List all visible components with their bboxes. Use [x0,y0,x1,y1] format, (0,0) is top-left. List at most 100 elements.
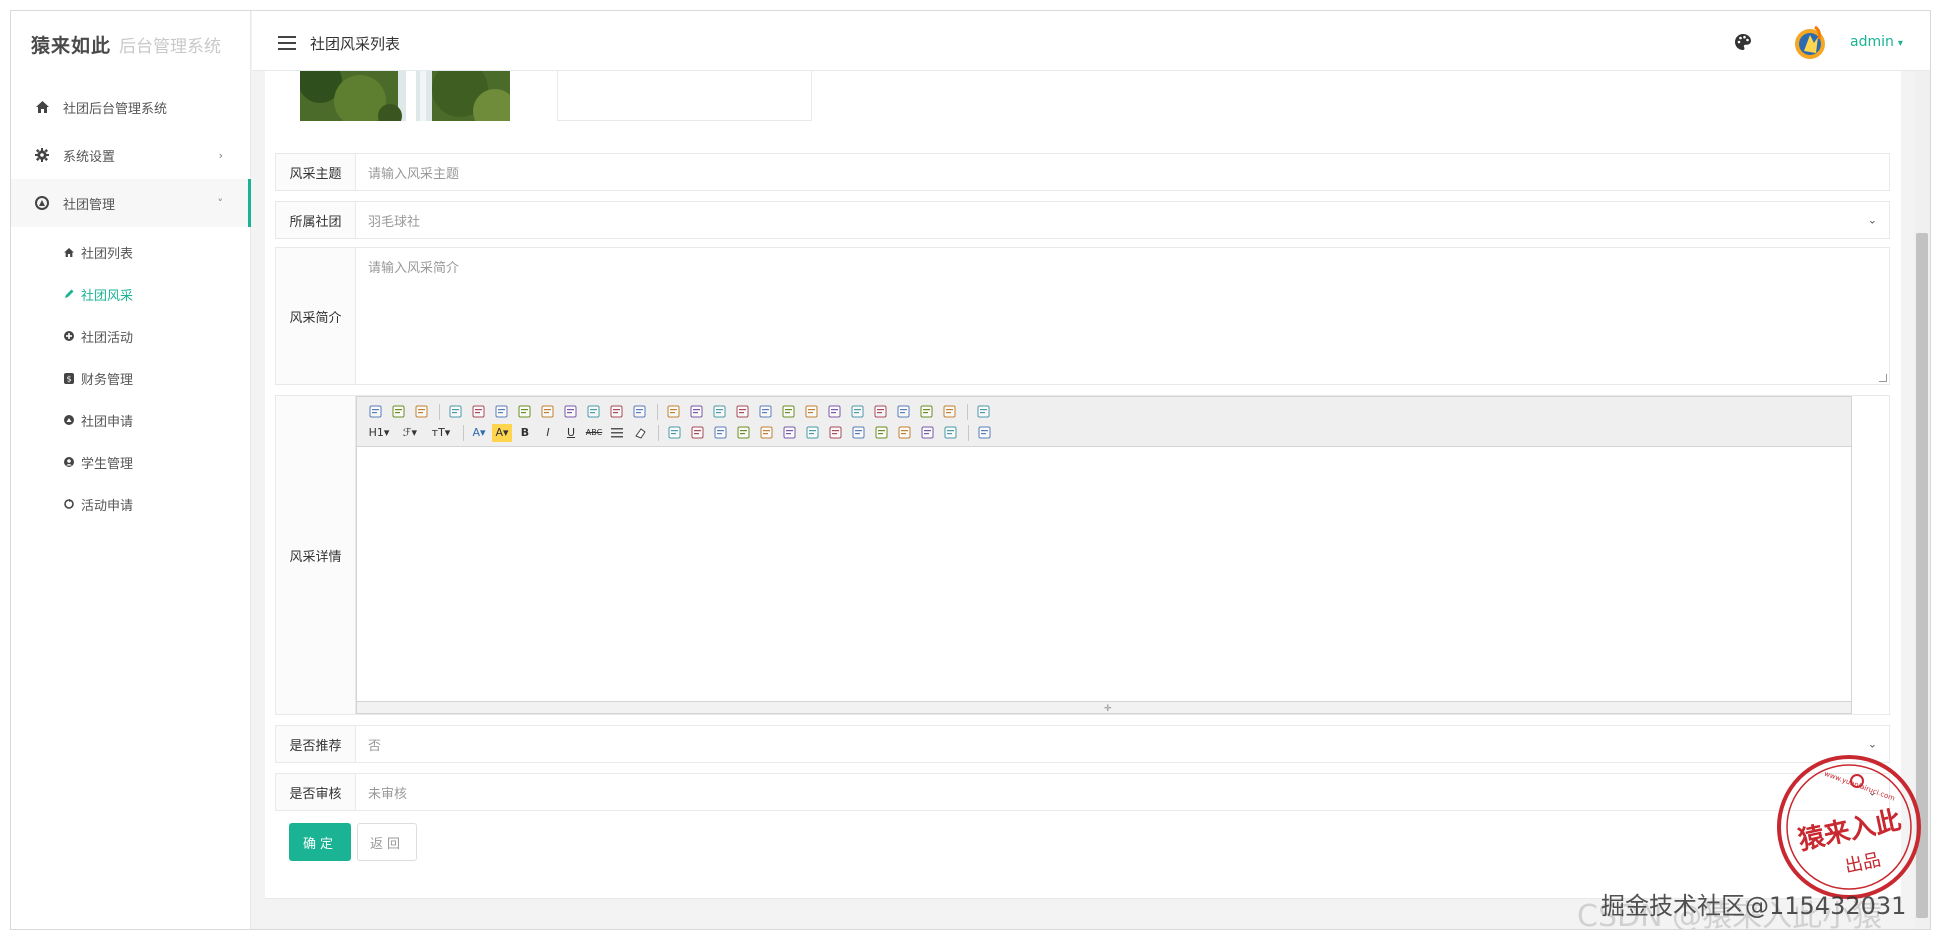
dollar-icon: $ [63,372,75,384]
detail-label: 风采详情 [276,396,356,714]
outdent-icon[interactable] [824,403,844,421]
italic-tool[interactable]: I [538,424,558,442]
font-family-tool[interactable]: ℱ▾ [396,424,424,442]
justify-icon[interactable] [732,403,752,421]
align-left-icon[interactable] [663,403,683,421]
lineheight-icon[interactable] [607,424,627,442]
intro-textarea[interactable]: 请输入风采简介 [356,248,1889,384]
clear-format-icon[interactable] [893,403,913,421]
logo-subtitle: 后台管理系统 [119,37,222,57]
select-all-icon[interactable] [939,403,959,421]
media-icon[interactable] [733,424,753,442]
preview-icon[interactable] [445,403,465,421]
sidebar-item-label: 社团活动 [81,330,134,346]
sidebar-item-settings[interactable]: 系统设置 › [11,131,251,179]
multi-image-icon[interactable] [687,424,707,442]
editor-toolbar-row-2: H1▾ ℱ▾ тT▾ A▾ A▾ B I U ABC [365,422,1843,443]
sidebar-item-club-apply[interactable]: 社团申请 [11,399,251,441]
sidebar-item-label: 财务管理 [81,372,134,388]
sidebar-item-club-management[interactable]: 社团管理 ˅ [11,179,251,227]
resize-handle-icon[interactable] [1879,374,1887,382]
sidebar-item-students[interactable]: 学生管理 [11,441,251,483]
sidebar-item-label: 活动申请 [81,498,134,514]
recommend-select[interactable]: 否 ⌄ [356,726,1889,762]
bookmark-icon[interactable] [514,403,534,421]
editor-toolbar: H1▾ ℱ▾ тT▾ A▾ A▾ B I U ABC [357,397,1851,447]
superscript-icon[interactable] [870,403,890,421]
copy-icon[interactable] [560,403,580,421]
flash-icon[interactable] [710,424,730,442]
bullet-list-icon[interactable] [778,403,798,421]
code-icon[interactable] [802,424,822,442]
logo-brand: 猿来如此 [31,35,112,57]
svg-text:$: $ [66,374,71,383]
app-window: 猿来如此 后台管理系统 社团后台管理系统 系统设置 › 社团管理 ˅ 社团列表 … [10,10,1931,930]
font-size-tool[interactable]: тT▾ [427,424,455,442]
user-menu[interactable]: admin ▾ [1850,34,1903,50]
emoticons-icon[interactable] [825,424,845,442]
align-center-icon[interactable] [686,403,706,421]
confirm-button[interactable]: 确定 [289,823,351,861]
sidebar-item-activity-apply[interactable]: 活动申请 [11,483,251,525]
uploaded-image-preview[interactable] [300,71,510,121]
page-break-icon[interactable] [871,424,891,442]
bold-tool[interactable]: B [515,424,535,442]
subscript-icon[interactable] [847,403,867,421]
sidebar-item-club-style[interactable]: 社团风采 [11,273,251,315]
ordered-list-icon[interactable] [755,403,775,421]
table-icon[interactable] [779,424,799,442]
resize-handle-icon[interactable]: ✛ [1104,704,1112,714]
redo-icon[interactable] [411,403,431,421]
main-content: 风采主题 请输入风采主题 所属社团 羽毛球社 ⌄ 风采简介 请输入风采简介 风采… [265,71,1901,899]
sidebar-item-finance[interactable]: $ 财务管理 [11,357,251,399]
image-upload-slot[interactable] [557,71,812,121]
club-select[interactable]: 羽毛球社 ⌄ [356,202,1889,238]
heading-tool[interactable]: H1▾ [365,424,393,442]
align-right-icon[interactable] [709,403,729,421]
sidebar-item-label: 社团列表 [81,246,134,262]
paste-text-icon[interactable] [606,403,626,421]
undo-icon[interactable] [388,403,408,421]
eraser-icon[interactable] [630,424,650,442]
logo[interactable]: 猿来如此 后台管理系统 [31,31,221,59]
theme-input[interactable]: 请输入风采主题 [356,154,1889,190]
help-icon[interactable] [974,424,994,442]
sidebar-item-dashboard[interactable]: 社团后台管理系统 [11,83,251,131]
club-row: 所属社团 羽毛球社 ⌄ [275,201,1890,239]
back-button[interactable]: 返回 [357,823,417,861]
cut-icon[interactable] [537,403,557,421]
image-icon[interactable] [664,424,684,442]
palette-icon[interactable] [1734,33,1752,51]
sidebar-item-club-activity[interactable]: 社团活动 [11,315,251,357]
unlink-icon[interactable] [940,424,960,442]
theme-row: 风采主题 请输入风采主题 [275,153,1890,191]
editor-content-area[interactable] [357,447,1851,701]
stamp-sub: 出品 [1843,849,1883,877]
detail-row: 风采详情 H1▾ ℱ▾ тT▾ A▾ A▾ B I U ABC ✛ [275,395,1890,715]
toolbar-separator [968,424,969,441]
quick-format-icon[interactable] [916,403,936,421]
avatar[interactable] [1790,23,1830,63]
menu-toggle-icon[interactable] [278,36,296,50]
rich-text-editor: H1▾ ℱ▾ тT▾ A▾ A▾ B I U ABC ✛ [356,396,1852,714]
baidu-map-icon[interactable] [848,424,868,442]
fullscreen-icon[interactable] [973,403,993,421]
template-icon[interactable] [491,403,511,421]
underline-tool[interactable]: U [561,424,581,442]
paste-icon[interactable] [583,403,603,421]
anchor-icon[interactable] [894,424,914,442]
link-icon[interactable] [917,424,937,442]
page-title: 社团风采列表 [310,35,401,53]
print-icon[interactable] [468,403,488,421]
source-icon[interactable] [365,403,385,421]
audit-select[interactable]: 未审核 ⌄ [356,774,1889,810]
hilitecolor-tool[interactable]: A▾ [492,423,512,442]
club-label: 所属社团 [276,202,356,238]
sidebar-item-label: 社团管理 [63,197,116,213]
paste-word-icon[interactable] [629,403,649,421]
forecolor-tool[interactable]: A▾ [469,424,489,442]
strikethrough-tool[interactable]: ABC [584,424,604,442]
indent-icon[interactable] [801,403,821,421]
insert-file-icon[interactable] [756,424,776,442]
sidebar-item-club-list[interactable]: 社团列表 [11,231,251,273]
